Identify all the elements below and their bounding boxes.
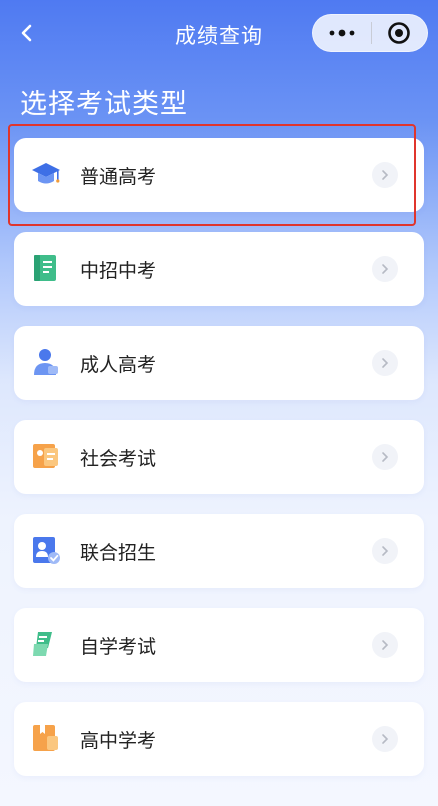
exam-type-item[interactable]: 普通高考 xyxy=(14,138,424,212)
green-book-icon xyxy=(34,255,56,281)
folder-book-icon xyxy=(33,725,58,751)
certificate-icon xyxy=(33,444,58,468)
exam-type-label: 高中学考 xyxy=(80,730,157,752)
exam-type-item[interactable]: 社会考试 xyxy=(14,420,424,494)
pen-tag-icon xyxy=(33,632,52,656)
chevron-right-icon xyxy=(372,350,398,376)
close-button[interactable] xyxy=(371,14,427,52)
exam-type-label: 普通高考 xyxy=(80,166,157,188)
section-heading: 选择考试类型 xyxy=(20,89,188,120)
exam-type-item[interactable]: 中招中考 xyxy=(14,232,424,306)
chevron-right-icon xyxy=(372,726,398,752)
target-close-icon xyxy=(388,22,411,44)
navigation-bar: 成绩查询 xyxy=(0,0,438,68)
exam-type-label: 社会考试 xyxy=(80,448,157,470)
more-button[interactable] xyxy=(313,14,371,52)
chevron-right-icon xyxy=(372,162,398,188)
graduation-cap-icon xyxy=(32,163,60,184)
exam-type-item[interactable]: 成人高考 xyxy=(14,326,424,400)
chevron-right-icon xyxy=(372,632,398,658)
chevron-right-icon xyxy=(372,538,398,564)
more-dots-icon xyxy=(329,29,355,37)
exam-type-item[interactable]: 高中学考 xyxy=(14,702,424,776)
id-card-check-icon xyxy=(33,537,60,564)
mini-program-capsule xyxy=(312,14,428,52)
exam-type-label: 联合招生 xyxy=(80,542,157,564)
chevron-right-icon xyxy=(372,444,398,470)
adult-person-icon xyxy=(34,349,58,375)
exam-type-item[interactable]: 联合招生 xyxy=(14,514,424,588)
exam-type-label: 成人高考 xyxy=(80,354,157,376)
exam-type-item[interactable]: 自学考试 xyxy=(14,608,424,682)
exam-type-label: 中招中考 xyxy=(80,260,157,282)
exam-type-label: 自学考试 xyxy=(80,636,157,658)
chevron-right-icon xyxy=(372,256,398,282)
